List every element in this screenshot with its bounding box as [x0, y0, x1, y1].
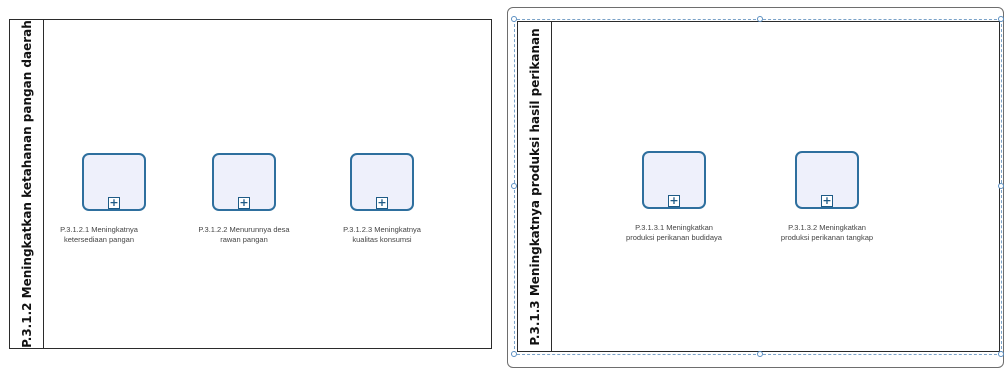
resize-handle-left[interactable]: [511, 183, 517, 189]
task-label: P.3.1.3.1 Meningkatkan produksi perikana…: [626, 223, 722, 242]
resize-handle-top-right[interactable]: [998, 16, 1004, 22]
pool-title: P.3.1.2 Meningkatkan ketahanan pangan da…: [19, 20, 34, 348]
subprocess-task[interactable]: +: [212, 153, 276, 211]
task-label: P.3.1.2.2 Menurunnya desa rawan pangan: [198, 225, 290, 244]
subprocess-task[interactable]: +: [350, 153, 414, 211]
subprocess-task[interactable]: +: [82, 153, 146, 211]
pool-title: P.3.1.3 Meningkatnya produksi hasil peri…: [527, 27, 542, 346]
resize-handle-right[interactable]: [998, 183, 1004, 189]
pool-header: P.3.1.3 Meningkatnya produksi hasil peri…: [518, 22, 552, 351]
pool-ketahanan-pangan[interactable]: P.3.1.2 Meningkatkan ketahanan pangan da…: [9, 19, 492, 349]
resize-handle-top[interactable]: [757, 16, 763, 22]
pool-produksi-perikanan[interactable]: P.3.1.3 Meningkatnya produksi hasil peri…: [517, 21, 1000, 352]
expand-plus-icon[interactable]: +: [668, 195, 680, 207]
task-label: P.3.1.2.1 Meningkatnya ketersediaan pang…: [60, 225, 138, 244]
expand-plus-icon[interactable]: +: [376, 197, 388, 209]
task-label: P.3.1.2.3 Meningkatnya kualitas konsumsi: [343, 225, 421, 244]
resize-handle-bottom-left[interactable]: [511, 351, 517, 357]
expand-plus-icon[interactable]: +: [108, 197, 120, 209]
subprocess-task[interactable]: +: [795, 151, 859, 209]
expand-plus-icon[interactable]: +: [821, 195, 833, 207]
resize-handle-top-left[interactable]: [511, 16, 517, 22]
resize-handle-bottom[interactable]: [757, 351, 763, 357]
expand-plus-icon[interactable]: +: [238, 197, 250, 209]
pool-header: P.3.1.2 Meningkatkan ketahanan pangan da…: [10, 20, 44, 348]
subprocess-task[interactable]: +: [642, 151, 706, 209]
resize-handle-bottom-right[interactable]: [998, 351, 1004, 357]
task-label: P.3.1.3.2 Meningkatkan produksi perikana…: [780, 223, 874, 242]
